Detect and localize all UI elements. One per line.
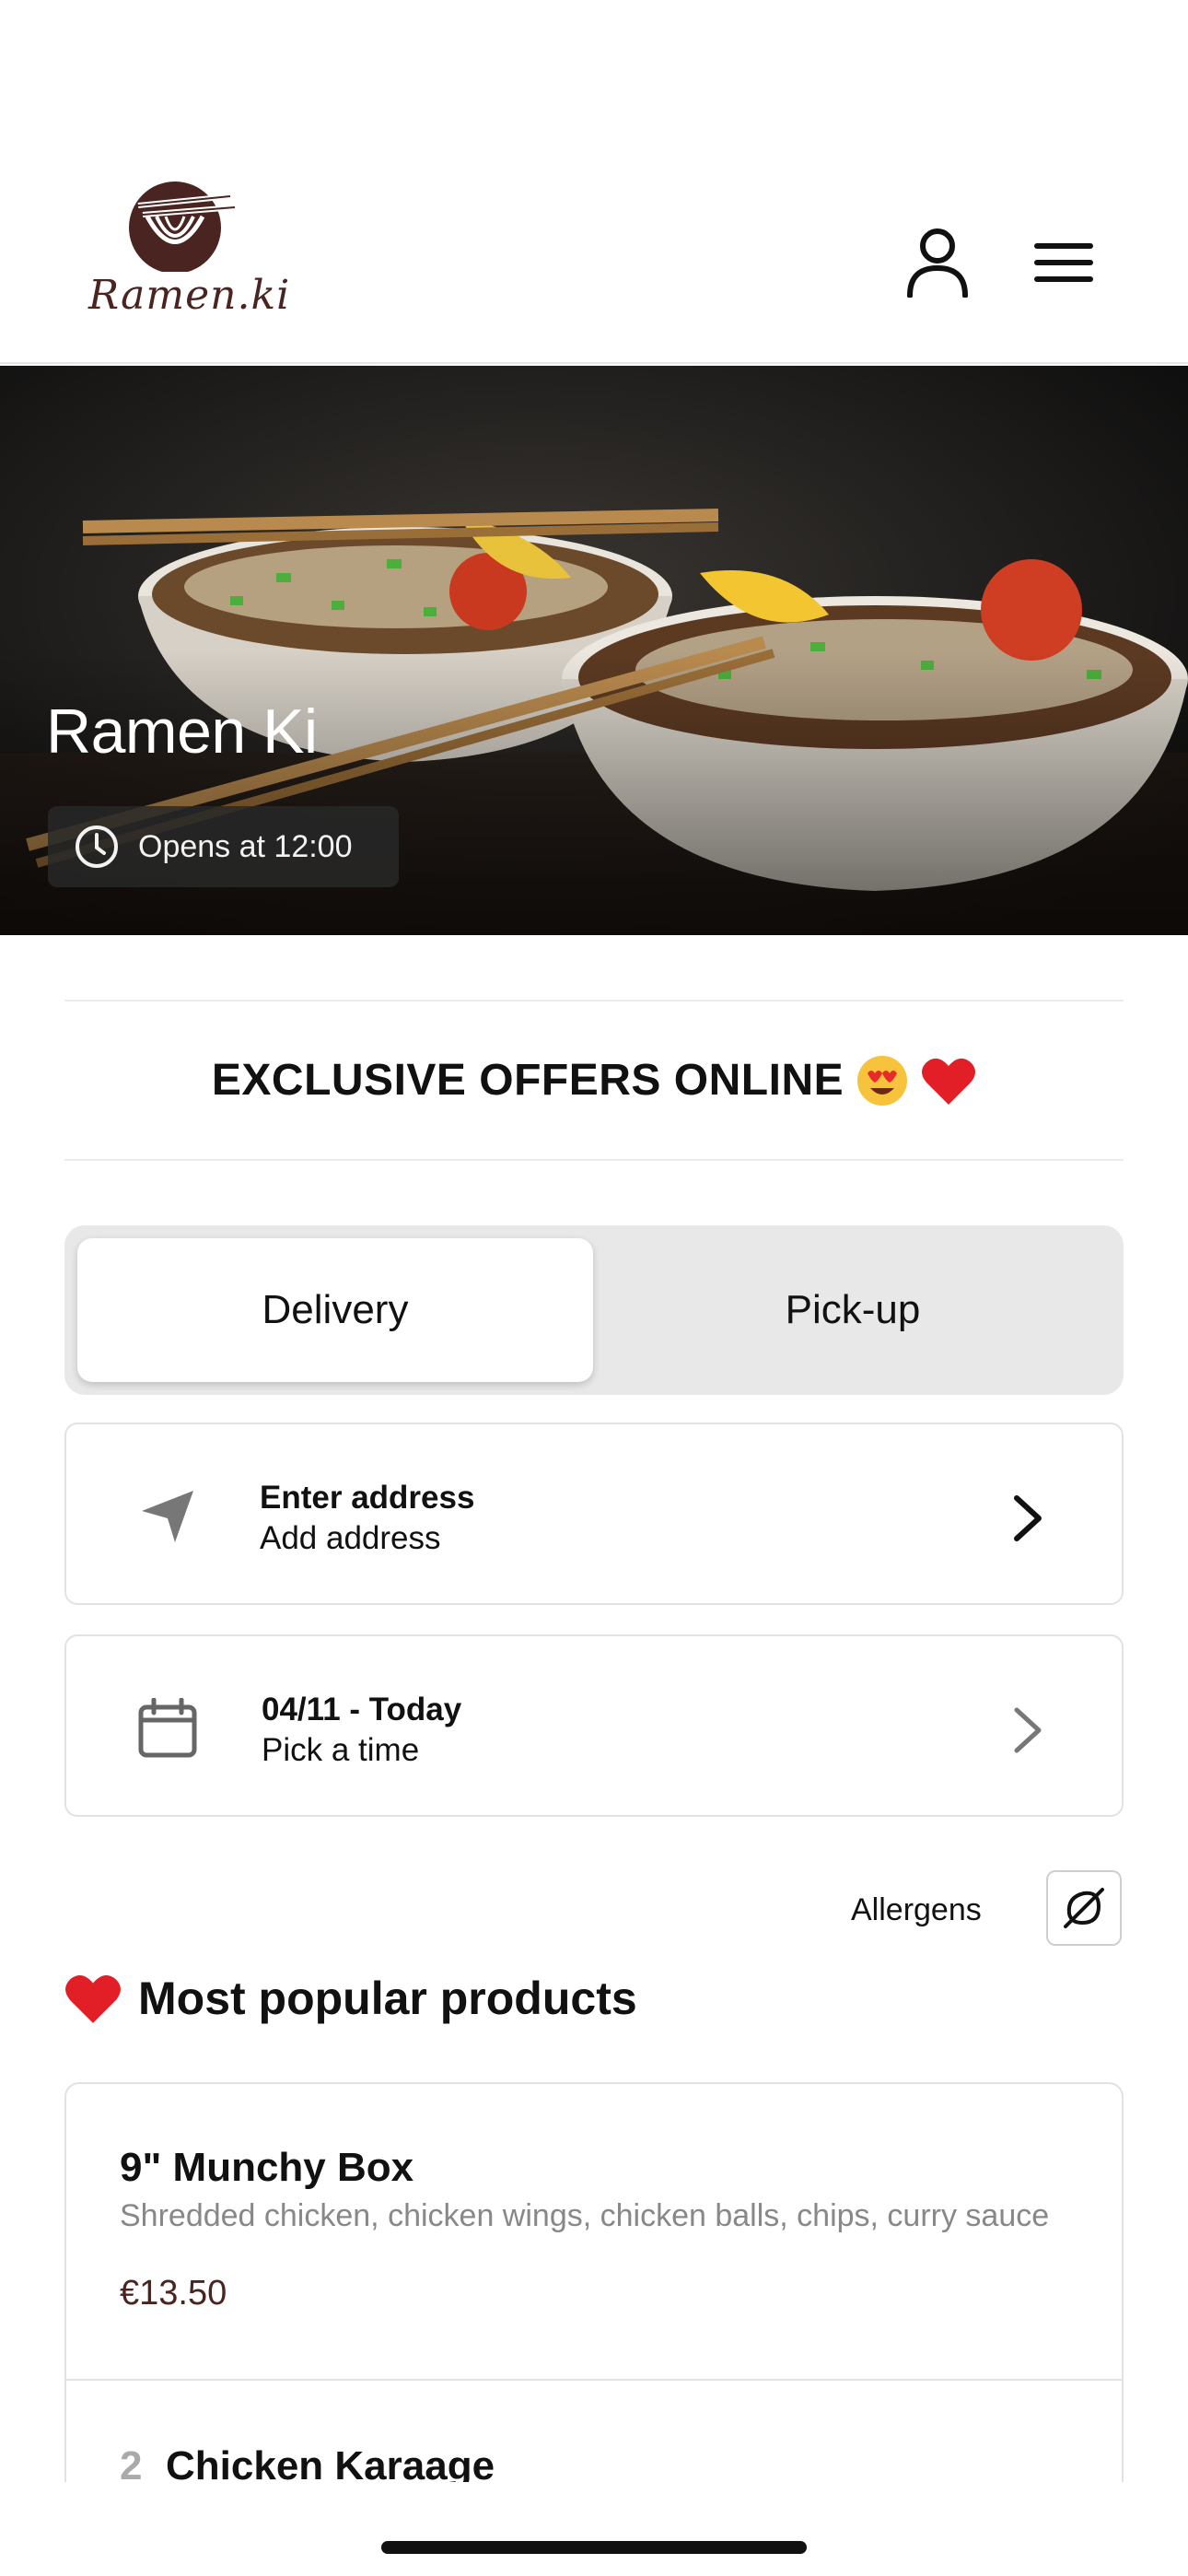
opening-status-badge: Opens at 12:00 [48, 806, 399, 887]
product-card[interactable]: 9" Munchy Box Shredded chicken, chicken … [66, 2084, 1122, 2381]
address-title: Enter address [260, 1480, 475, 1516]
clock-icon [76, 825, 118, 868]
user-icon[interactable] [896, 221, 979, 304]
heart-eyes-emoji-icon [857, 1055, 908, 1106]
product-price: €13.50 [120, 2274, 227, 2313]
time-subtitle: Pick a time [262, 1732, 420, 1768]
popular-products-heading: Most popular products [64, 1972, 637, 2025]
heart-emoji-icon [65, 1975, 121, 2023]
bottom-safe-area [0, 2482, 1188, 2576]
heart-emoji-icon [922, 1058, 976, 1105]
time-title: 04/11 - Today [262, 1692, 462, 1727]
chevron-right-icon [1014, 1495, 1042, 1541]
product-name: 9" Munchy Box [120, 2145, 414, 2190]
address-subtitle: Add address [260, 1520, 441, 1556]
chevron-right-icon [1014, 1707, 1042, 1753]
hero-banner: Ramen Ki Opens at 12:00 [0, 366, 1188, 935]
allergen-filter-icon [1064, 1888, 1104, 1928]
app-header: Ramen.ki [0, 0, 1188, 364]
address-selector[interactable]: Enter address Add address [64, 1423, 1124, 1605]
allergens-button[interactable] [1046, 1870, 1122, 1946]
brand-name: Ramen.ki [88, 272, 291, 319]
brand-logo[interactable]: Ramen.ki [83, 180, 289, 327]
pickup-tab[interactable]: Pick-up [595, 1238, 1111, 1382]
location-arrow-icon [131, 1480, 204, 1553]
restaurant-name: Ramen Ki [46, 697, 318, 767]
product-card[interactable]: 2 Chicken Karaage [66, 2383, 1122, 2493]
fulfillment-toggle: Delivery Pick-up [64, 1225, 1124, 1395]
delivery-tab[interactable]: Delivery [77, 1238, 593, 1382]
allergens-label: Allergens [851, 1892, 982, 1927]
menu-icon[interactable] [1022, 221, 1105, 304]
calendar-icon [131, 1692, 204, 1765]
opening-status-text: Opens at 12:00 [138, 828, 353, 864]
product-description: Shredded chicken, chicken wings, chicken… [120, 2198, 1050, 2233]
home-indicator[interactable] [381, 2541, 807, 2554]
section-title: Most popular products [138, 1973, 637, 2024]
time-selector[interactable]: 04/11 - Today Pick a time [64, 1634, 1124, 1817]
offers-banner: EXCLUSIVE OFFERS ONLINE [64, 1000, 1124, 1161]
ramen-bowl-logo-icon [129, 181, 236, 274]
offers-text: EXCLUSIVE OFFERS ONLINE [211, 1056, 844, 1105]
